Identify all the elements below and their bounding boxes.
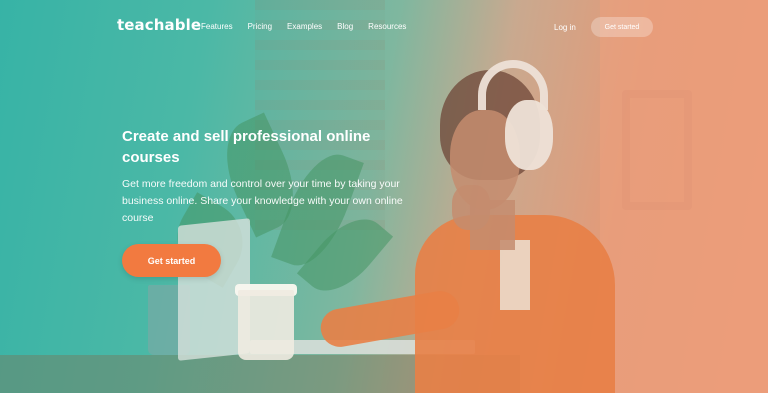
- nav-link-blog[interactable]: Blog: [337, 22, 353, 31]
- headphones-image: [505, 100, 553, 170]
- page-bottom-strip: [0, 393, 768, 413]
- coffee-cup-image: [238, 290, 294, 360]
- nav-link-examples[interactable]: Examples: [287, 22, 322, 31]
- hero-headline: Create and sell professional online cour…: [122, 128, 371, 166]
- nav-link-resources[interactable]: Resources: [368, 22, 406, 31]
- window-frame-image: [622, 90, 692, 210]
- hero-section: teachable Features Pricing Examples Blog…: [0, 0, 768, 393]
- nav-link-pricing[interactable]: Pricing: [248, 22, 272, 31]
- login-link[interactable]: Log in: [554, 23, 576, 32]
- nav-get-started-button[interactable]: Get started: [591, 17, 653, 37]
- nav-links: Features Pricing Examples Blog Resources: [201, 22, 421, 31]
- person-shirt-image: [500, 240, 530, 310]
- top-navigation: teachable Features Pricing Examples Blog…: [0, 0, 768, 52]
- hero-get-started-button[interactable]: Get started: [122, 244, 221, 277]
- person-hand-image: [452, 185, 490, 230]
- nav-link-features[interactable]: Features: [201, 22, 233, 31]
- hero-subheadline: Get more freedom and control over your t…: [122, 178, 403, 224]
- teachable-logo[interactable]: teachable: [117, 16, 201, 34]
